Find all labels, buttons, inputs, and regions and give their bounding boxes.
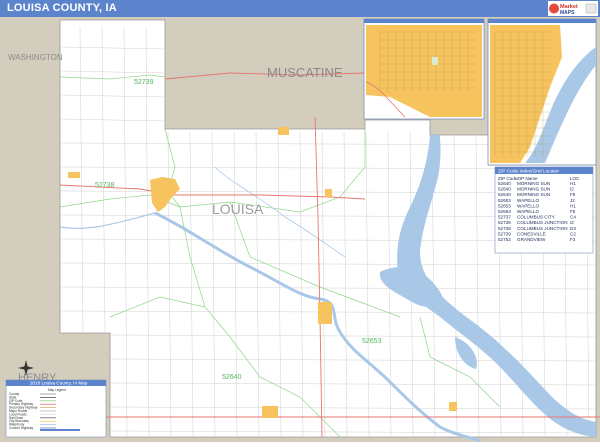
zip-locator-zip: 52737 xyxy=(498,215,511,220)
zip-locator-name: COLUMBUS CITY xyxy=(517,215,555,220)
legend-subtitle: Map Legend xyxy=(48,388,66,392)
zip-locator-name: COLUMBUS JUNCTION xyxy=(517,220,568,225)
zip-locator-name: WAPELLO xyxy=(517,198,539,203)
legend-title: 2018 Louisa County, IA Map xyxy=(30,381,88,386)
map-title: LOUISA COUNTY, IA xyxy=(7,2,117,14)
zip-locator-loc: I2 xyxy=(570,187,574,192)
zip-locator-name: CONESVILLE xyxy=(517,231,546,236)
zip-locator-name: MORNING SUN xyxy=(517,192,550,197)
inset-map-west xyxy=(363,18,485,120)
morning-sun-urban xyxy=(262,406,278,418)
zip-locator-loc: H1 xyxy=(570,203,576,208)
zip-locator-zip: 52640 xyxy=(498,181,511,186)
zip-locator-name: MORNING SUN xyxy=(517,187,550,192)
zip-locator-loc: I2 xyxy=(570,220,574,225)
zip-locator-zip: 52738 xyxy=(498,220,511,225)
zip-label-52653: 52653 xyxy=(362,338,382,345)
zip-locator-loc: D3 xyxy=(570,226,576,231)
wapello-urban xyxy=(318,302,332,324)
logo-line2: MAPS xyxy=(560,10,575,16)
zip-locator-zip: 52752 xyxy=(498,237,511,242)
zip-locator-loc: J2 xyxy=(570,198,575,203)
zip-locator-zip: 52653 xyxy=(498,209,511,214)
zip-locator-loc: F3 xyxy=(570,237,576,242)
neighbor-label-washington: WASHINGTON xyxy=(8,53,63,62)
zip-locator-name: MORNING SUN xyxy=(517,181,550,186)
logo-globe-icon xyxy=(549,3,559,14)
zip-locator-name: GRANDVIEW xyxy=(517,237,546,242)
zip-locator-zip: 52738 xyxy=(498,226,511,231)
zip-locator-title: ZIP Code Index/Grid Locator xyxy=(498,169,559,175)
zip-locator-name: COLUMBUS JUNCTION xyxy=(517,226,568,231)
scale-bar xyxy=(40,429,80,431)
zip-locator-table: ZIP Code Index/Grid Locator ZIP Code ZIP… xyxy=(494,166,594,254)
conesville-urban xyxy=(68,172,80,178)
zip-label-52640: 52640 xyxy=(222,374,242,381)
oakville-urban xyxy=(449,402,457,411)
zip-locator-zip: 52653 xyxy=(498,198,511,203)
zip-locator-zip: 52640 xyxy=(498,187,511,192)
grandview-urban xyxy=(278,127,289,135)
map-canvas[interactable]: WASHINGTON MUSCATINE HENRY LOUISA 52739 … xyxy=(0,17,600,443)
zip-locator-loc: F8 xyxy=(570,192,576,197)
market-maps-logo: Market MAPS xyxy=(548,1,598,16)
zip-locator-name: WAPELLO xyxy=(517,209,539,214)
legend-item-label: Custom Highway xyxy=(9,426,33,430)
zip-locator-loc: H1 xyxy=(570,181,576,186)
county-label: LOUISA xyxy=(212,201,264,217)
zip-locator-zip: 52640 xyxy=(498,192,511,197)
map-legend: 2018 Louisa County, IA Map Map Legend Co… xyxy=(5,379,107,438)
zip-locator-loc: C2 xyxy=(570,231,576,236)
zip-locator-zip: 52653 xyxy=(498,203,511,208)
letts-urban xyxy=(325,189,332,197)
title-bar: LOUISA COUNTY, IA Market MAPS xyxy=(0,0,600,17)
zip-locator-loc: F5 xyxy=(570,209,576,214)
inset-map-east xyxy=(487,18,597,166)
zip-locator-name: WAPELLO xyxy=(517,203,539,208)
zip-locator-zip: 52739 xyxy=(498,231,511,236)
zip-label-52738: 52738 xyxy=(95,182,115,189)
neighbor-label-muscatine: MUSCATINE xyxy=(267,65,343,80)
zip-label-52739: 52739 xyxy=(134,79,154,86)
zip-locator-loc: C4 xyxy=(570,215,576,220)
